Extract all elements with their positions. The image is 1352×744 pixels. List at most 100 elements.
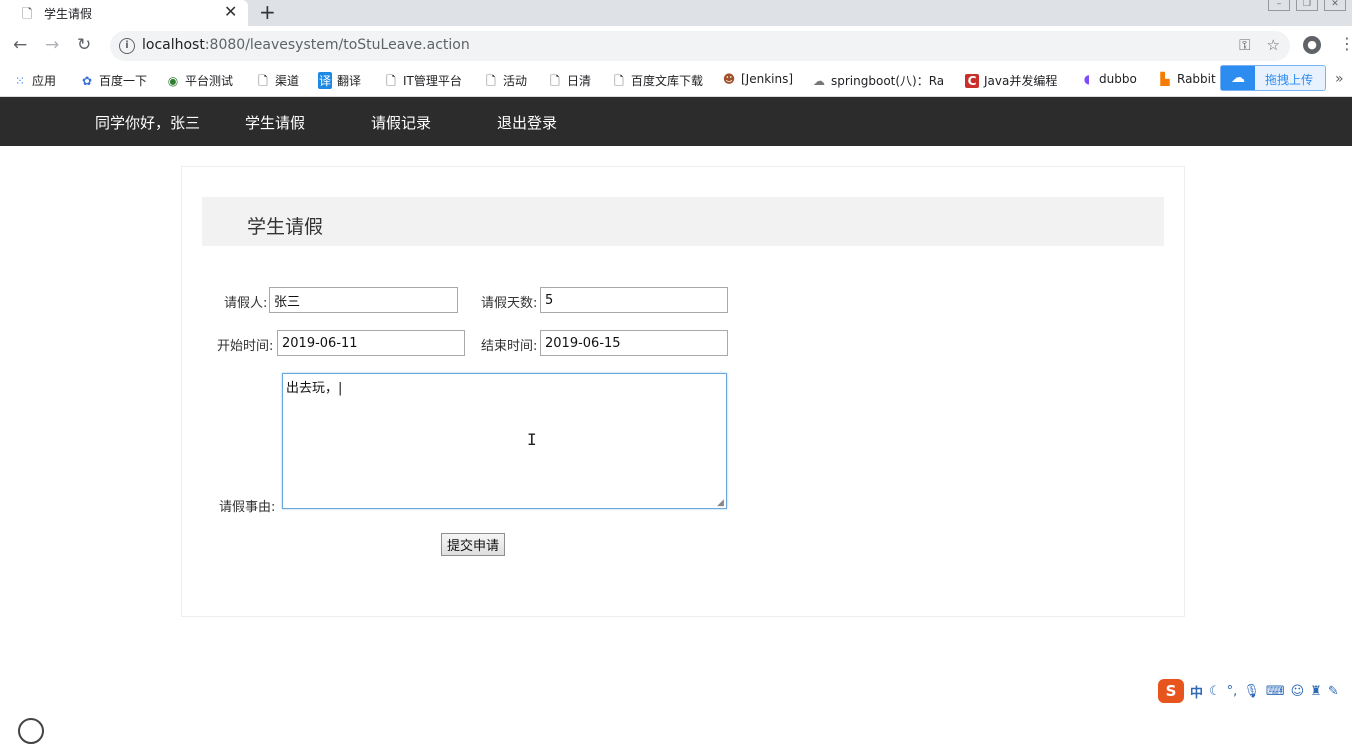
bookmark-item[interactable]: 🗋 IT管理平台 — [384, 72, 462, 93]
new-tab-icon[interactable]: + — [259, 0, 276, 24]
nav-logout[interactable]: 退出登录 — [497, 112, 557, 133]
end-date-input[interactable] — [540, 330, 728, 356]
nav-leave-records[interactable]: 请假记录 — [371, 112, 431, 133]
site-navbar: 同学你好，张三 学生请假 请假记录 退出登录 — [0, 97, 1352, 146]
page-title: 学生请假 — [247, 216, 324, 238]
key-icon[interactable]: ⚿ — [1239, 36, 1250, 54]
submit-button[interactable]: 提交申请 — [441, 533, 505, 556]
window-close-icon[interactable]: ✕ — [1324, 0, 1346, 11]
start-date-label: 开始时间: — [217, 339, 274, 354]
bookmark-label: 渠道 — [275, 74, 300, 88]
window-controls: – ❐ ✕ — [1268, 0, 1346, 11]
start-date-input[interactable] — [277, 330, 465, 356]
reload-icon[interactable]: ↻ — [77, 35, 91, 55]
text-cursor-icon: I — [527, 430, 537, 449]
ime-mode-toggle[interactable]: 中 — [1190, 682, 1203, 701]
url-host: localhost — [142, 37, 205, 53]
tab-title: 学生请假 — [44, 7, 93, 21]
page-icon: 🗋 — [614, 74, 624, 88]
address-bar[interactable]: i localhost:8080/leavesystem/toStuLeave.… — [110, 31, 1290, 61]
upload-label: 拖拽上传 — [1265, 73, 1314, 87]
moon-icon[interactable]: ☾ — [1209, 684, 1221, 699]
page-icon: 🗋 — [550, 74, 560, 88]
url-path: :8080/leavesystem/toStuLeave.action — [204, 37, 470, 53]
tools-icon[interactable]: ✎ — [1328, 684, 1339, 699]
user-icon[interactable]: ☺ — [1291, 684, 1305, 699]
jenkins-icon: ☻ — [722, 72, 736, 86]
bookmarks-overflow-icon[interactable]: » — [1335, 71, 1344, 87]
bookmark-item[interactable]: 🗋 日清 — [548, 72, 591, 93]
ime-toolbar: S 中 ☾ °, 🎙 ⌨ ☺ ♜ ✎ — [1158, 676, 1352, 706]
star-icon[interactable]: ☆ — [1267, 36, 1280, 54]
bookmark-label: 应用 — [32, 74, 57, 88]
bookmark-label: dubbo — [1099, 72, 1137, 86]
platform-icon: ◉ — [167, 74, 179, 88]
corner-circle-icon — [18, 718, 44, 744]
bookmark-item[interactable]: 🗋 活动 — [484, 72, 527, 93]
page-icon: 🗋 — [386, 74, 396, 88]
reason-textarea[interactable]: 出去玩，| — [282, 373, 727, 509]
applicant-label: 请假人: — [224, 296, 268, 311]
page-icon: 🗋 — [486, 74, 496, 88]
punctuation-icon[interactable]: °, — [1227, 684, 1238, 699]
info-icon[interactable]: i — [119, 38, 135, 54]
bookmark-item[interactable]: ☁ springboot(八)：Ra — [812, 72, 944, 89]
bookmark-label: 活动 — [503, 74, 528, 88]
sogou-logo-icon[interactable]: S — [1158, 679, 1184, 703]
bookmark-item[interactable]: ▙ Rabbit — [1158, 72, 1216, 86]
restore-icon[interactable]: ❐ — [1296, 0, 1318, 11]
omnibox-actions: ⚿ ☆ — [1239, 36, 1280, 54]
page-icon: 🗋 — [22, 7, 33, 22]
url-text: localhost:8080/leavesystem/toStuLeave.ac… — [142, 37, 470, 53]
bookmark-item[interactable]: ⁙ 应用 — [13, 72, 56, 89]
bookmark-label: [Jenkins] — [741, 72, 794, 86]
bookmark-label: 日清 — [567, 74, 592, 88]
profile-icon[interactable]: ● — [1303, 36, 1321, 54]
panel-header: 学生请假 — [202, 197, 1164, 246]
bookmark-item[interactable]: ☻ [Jenkins] — [722, 72, 793, 86]
back-icon[interactable]: ← — [13, 35, 27, 55]
resize-handle-icon[interactable]: ◢ — [717, 499, 725, 508]
minimize-icon[interactable]: – — [1268, 0, 1290, 11]
rabbit-icon: ▙ — [1160, 72, 1170, 86]
bookmark-item[interactable]: 🗋 百度文库下载 — [612, 72, 703, 93]
cloud-icon: ☁ — [1221, 66, 1255, 90]
keyboard-icon[interactable]: ⌨ — [1266, 684, 1285, 699]
dubbo-icon: ◖ — [1083, 72, 1091, 86]
reason-label: 请假事由: — [219, 500, 276, 515]
bookmark-label: Rabbit — [1177, 72, 1216, 86]
bookmark-item[interactable]: 🗋 渠道 — [256, 72, 299, 93]
page-icon: 🗋 — [258, 74, 268, 88]
bookmark-label: 翻译 — [337, 74, 362, 88]
days-label: 请假天数: — [481, 296, 538, 311]
end-date-label: 结束时间: — [481, 339, 538, 354]
days-input[interactable] — [540, 287, 728, 313]
bookmarks-bar: ⁙ 应用 ✿ 百度一下 ◉ 平台测试 🗋 渠道 译翻译 🗋 IT管理平台 🗋 活动 🗋 日清 … — [0, 66, 1352, 97]
ghost-icon: ☁ — [813, 74, 825, 88]
nav-student-leave[interactable]: 学生请假 — [245, 112, 305, 133]
microphone-icon[interactable]: 🎙 — [1243, 684, 1260, 699]
bookmark-label: springboot(八)：Ra — [831, 74, 945, 88]
bookmark-item[interactable]: 译翻译 — [318, 72, 361, 89]
bookmark-label: Java并发编程 — [984, 74, 1058, 88]
browser-tab[interactable]: 🗋 学生请假 ✕ — [0, 0, 248, 26]
bookmark-item[interactable]: ◉ 平台测试 — [166, 72, 233, 89]
apps-grid-icon: ⁙ — [14, 74, 26, 88]
forward-icon[interactable]: → — [45, 35, 59, 55]
bookmark-label: 百度一下 — [99, 74, 148, 88]
csdn-icon: C — [965, 74, 979, 88]
bookmark-item[interactable]: ◖ dubbo — [1080, 72, 1137, 86]
baidu-paw-icon: ✿ — [81, 74, 93, 88]
close-icon[interactable]: ✕ — [224, 2, 237, 21]
browser-toolbar: ← → ↻ i localhost:8080/leavesystem/toStu… — [0, 26, 1352, 66]
bookmark-item[interactable]: ✿ 百度一下 — [80, 72, 147, 89]
translate-icon: 译 — [318, 72, 332, 89]
bookmark-label: IT管理平台 — [403, 74, 462, 88]
bookmark-label: 平台测试 — [185, 74, 234, 88]
bookmark-item[interactable]: C Java并发编程 — [965, 72, 1057, 89]
more-menu-icon[interactable]: ⋮ — [1339, 34, 1352, 53]
applicant-input[interactable] — [269, 287, 458, 313]
skin-icon[interactable]: ♜ — [1310, 684, 1322, 699]
drag-upload-button[interactable]: ☁ 拖拽上传 — [1220, 65, 1326, 91]
browser-tabstrip: 🗋 学生请假 ✕ + – ❐ ✕ — [0, 0, 1352, 26]
